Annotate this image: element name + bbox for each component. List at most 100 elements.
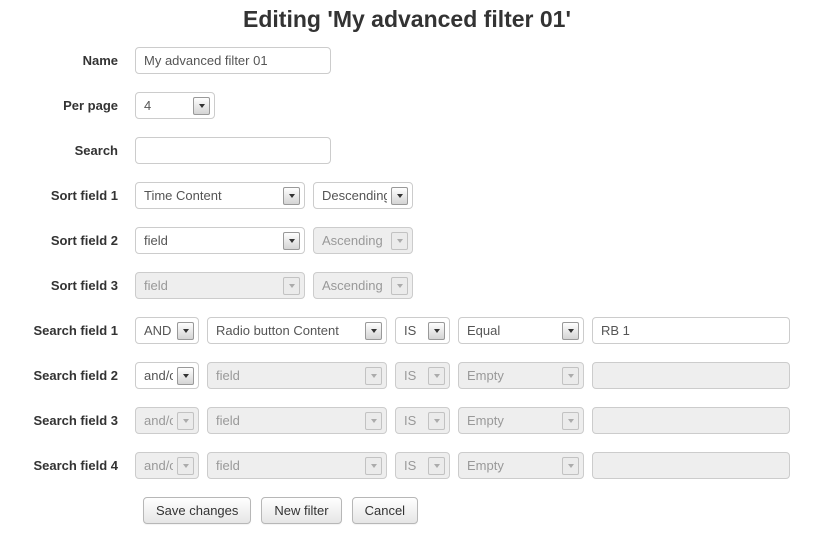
- dropdown-arrow-icon: [562, 367, 579, 385]
- dropdown-arrow-icon: [391, 277, 408, 295]
- sort-field-1-row: Sort field 1 Time Content Descending: [0, 182, 814, 209]
- search-4-value-input: [592, 452, 790, 479]
- select-value: Radio button Content: [216, 318, 361, 343]
- search-input[interactable]: [135, 137, 331, 164]
- dropdown-arrow-icon: [365, 457, 382, 475]
- sort-direction-1-select[interactable]: Descending: [313, 182, 413, 209]
- sort-field-2-row: Sort field 2 field Ascending: [0, 227, 814, 254]
- select-value: Empty: [467, 453, 558, 478]
- dropdown-arrow-icon: [562, 457, 579, 475]
- per-page-row: Per page 4: [0, 92, 814, 119]
- select-value: IS: [404, 318, 424, 343]
- search-4-operator-select: Empty: [458, 452, 584, 479]
- sort-field-2-label: Sort field 2: [0, 233, 118, 248]
- sort-direction-2-select: Ascending: [313, 227, 413, 254]
- select-value: Ascending: [322, 228, 387, 253]
- search-field-2-row: Search field 2 and/or field IS Empty: [0, 362, 814, 389]
- dropdown-arrow-icon: [562, 322, 579, 340]
- search-field-3-row: Search field 3 and/or field IS Empty: [0, 407, 814, 434]
- dropdown-arrow-icon: [283, 277, 300, 295]
- select-value: field: [216, 408, 361, 433]
- dropdown-arrow-icon: [177, 412, 194, 430]
- select-value: field: [144, 273, 279, 298]
- search-field-3-label: Search field 3: [0, 413, 118, 428]
- search-1-conjunction-select[interactable]: AND: [135, 317, 199, 344]
- sort-field-3-select: field: [135, 272, 305, 299]
- dropdown-arrow-icon: [193, 97, 210, 115]
- sort-field-3-label: Sort field 3: [0, 278, 118, 293]
- new-filter-button[interactable]: New filter: [261, 497, 341, 524]
- per-page-select-value: 4: [144, 93, 189, 118]
- select-value: Ascending: [322, 273, 387, 298]
- dropdown-arrow-icon: [365, 367, 382, 385]
- dropdown-arrow-icon: [428, 322, 445, 340]
- search-3-conjunction-select: and/or: [135, 407, 199, 434]
- search-4-comparator-select: IS: [395, 452, 450, 479]
- search-1-comparator-select[interactable]: IS: [395, 317, 450, 344]
- name-row: Name: [0, 47, 814, 74]
- dropdown-arrow-icon: [391, 187, 408, 205]
- select-value: and/or: [144, 363, 173, 388]
- search-1-value-input[interactable]: [592, 317, 790, 344]
- cancel-button[interactable]: Cancel: [352, 497, 418, 524]
- search-1-operator-select[interactable]: Equal: [458, 317, 584, 344]
- dropdown-arrow-icon: [365, 322, 382, 340]
- select-value: field: [144, 228, 279, 253]
- search-field-1-label: Search field 1: [0, 323, 118, 338]
- search-label: Search: [0, 143, 118, 158]
- dropdown-arrow-icon: [177, 367, 194, 385]
- sort-field-2-select[interactable]: field: [135, 227, 305, 254]
- sort-field-1-select[interactable]: Time Content: [135, 182, 305, 209]
- select-value: Time Content: [144, 183, 279, 208]
- search-2-value-input: [592, 362, 790, 389]
- dropdown-arrow-icon: [177, 322, 194, 340]
- select-value: field: [216, 363, 361, 388]
- form-actions: Save changes New filter Cancel: [0, 497, 814, 524]
- search-2-comparator-select: IS: [395, 362, 450, 389]
- search-3-value-input: [592, 407, 790, 434]
- select-value: AND: [144, 318, 173, 343]
- page-title: Editing 'My advanced filter 01': [0, 0, 814, 33]
- sort-field-1-label: Sort field 1: [0, 188, 118, 203]
- search-3-field-select: field: [207, 407, 387, 434]
- name-label: Name: [0, 53, 118, 68]
- dropdown-arrow-icon: [562, 412, 579, 430]
- search-field-4-label: Search field 4: [0, 458, 118, 473]
- search-field-4-row: Search field 4 and/or field IS Empty: [0, 452, 814, 479]
- select-value: and/or: [144, 408, 173, 433]
- dropdown-arrow-icon: [283, 232, 300, 250]
- search-4-field-select: field: [207, 452, 387, 479]
- dropdown-arrow-icon: [428, 412, 445, 430]
- search-2-operator-select: Empty: [458, 362, 584, 389]
- dropdown-arrow-icon: [428, 457, 445, 475]
- dropdown-arrow-icon: [428, 367, 445, 385]
- search-3-comparator-select: IS: [395, 407, 450, 434]
- search-3-operator-select: Empty: [458, 407, 584, 434]
- select-value: Equal: [467, 318, 558, 343]
- dropdown-arrow-icon: [365, 412, 382, 430]
- select-value: Descending: [322, 183, 387, 208]
- dropdown-arrow-icon: [283, 187, 300, 205]
- save-changes-button[interactable]: Save changes: [143, 497, 251, 524]
- dropdown-arrow-icon: [177, 457, 194, 475]
- select-value: IS: [404, 408, 424, 433]
- sort-direction-3-select: Ascending: [313, 272, 413, 299]
- search-field-1-row: Search field 1 AND Radio button Content …: [0, 317, 814, 344]
- search-row: Search: [0, 137, 814, 164]
- per-page-label: Per page: [0, 98, 118, 113]
- select-value: Empty: [467, 363, 558, 388]
- per-page-select[interactable]: 4: [135, 92, 215, 119]
- name-input[interactable]: [135, 47, 331, 74]
- search-4-conjunction-select: and/or: [135, 452, 199, 479]
- search-field-2-label: Search field 2: [0, 368, 118, 383]
- search-1-field-select[interactable]: Radio button Content: [207, 317, 387, 344]
- select-value: Empty: [467, 408, 558, 433]
- select-value: and/or: [144, 453, 173, 478]
- search-2-conjunction-select[interactable]: and/or: [135, 362, 199, 389]
- sort-field-3-row: Sort field 3 field Ascending: [0, 272, 814, 299]
- dropdown-arrow-icon: [391, 232, 408, 250]
- select-value: IS: [404, 453, 424, 478]
- search-2-field-select: field: [207, 362, 387, 389]
- filter-edit-form: Editing 'My advanced filter 01' Name Per…: [0, 0, 814, 533]
- select-value: IS: [404, 363, 424, 388]
